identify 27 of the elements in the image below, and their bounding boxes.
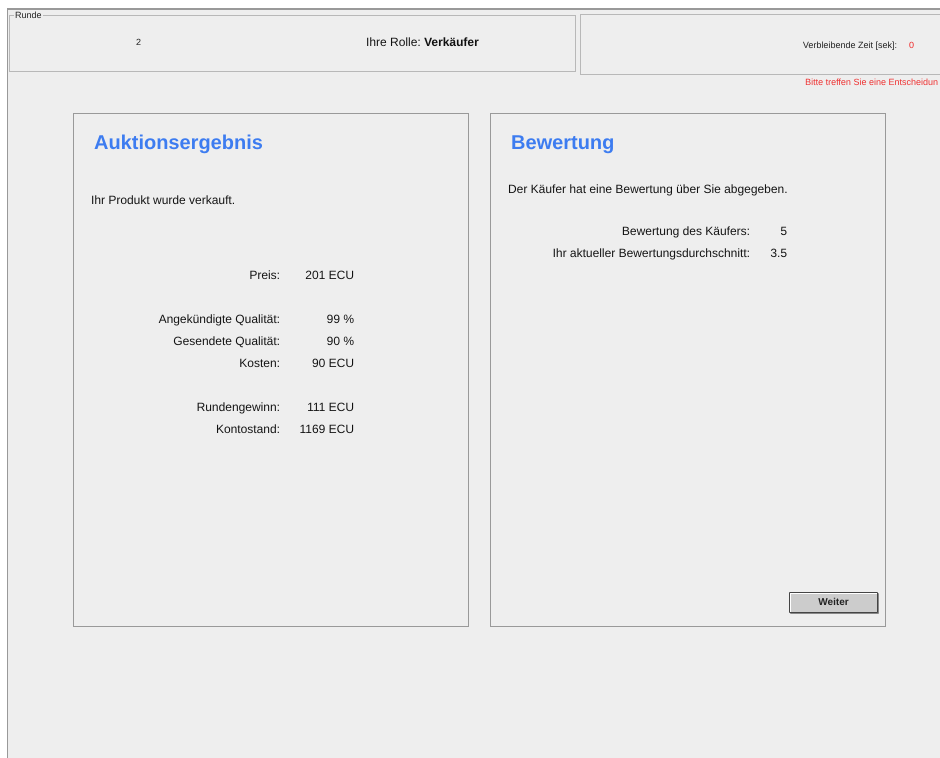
field-label: Kosten:: [239, 356, 280, 370]
field-label: Ihr aktueller Bewertungsdurchschnitt:: [552, 246, 750, 260]
field-value: 201 ECU: [305, 268, 354, 282]
role-text: Ihre Rolle: Verkäufer: [366, 34, 479, 48]
result-message: Ihr Produkt wurde verkauft.: [91, 193, 236, 207]
round-number: 2: [136, 36, 142, 46]
field-value: 111 ECU: [307, 400, 354, 414]
round-legend: Runde: [14, 10, 43, 20]
panel-title: Bewertung: [511, 132, 616, 155]
field-label: Bewertung des Käufers:: [622, 224, 750, 238]
field-value: 1169 ECU: [300, 422, 354, 436]
continue-button[interactable]: Weiter: [789, 592, 878, 613]
field-value: 5: [780, 224, 787, 238]
field-value: 90 ECU: [312, 356, 354, 370]
rating-message: Der Käufer hat eine Bewertung über Sie abgegeben.: [508, 182, 789, 196]
field-value: 90 %: [326, 334, 354, 348]
timer-value: 0: [908, 40, 914, 50]
field-value: 99 %: [326, 312, 354, 326]
field-label: Rundengewinn:: [196, 400, 280, 414]
timer-label: Verbleibende Zeit [sek]:: [802, 40, 897, 50]
field-label: Angekündigte Qualität:: [158, 312, 280, 326]
field-label: Gesendete Qualität:: [173, 334, 280, 348]
field-label: Preis:: [249, 268, 280, 282]
field-value: 3.5: [770, 246, 787, 260]
warning-text: Bitte treffen Sie eine Entscheidun: [805, 77, 938, 87]
panel-title: Auktionsergebnis: [94, 132, 264, 155]
field-label: Kontostand:: [216, 422, 280, 436]
